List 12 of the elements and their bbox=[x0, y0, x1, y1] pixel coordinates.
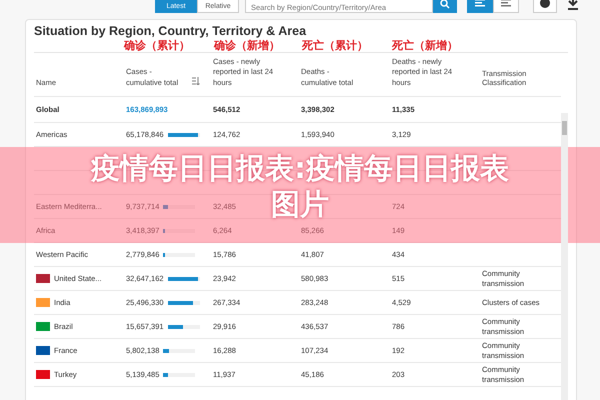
section-title: Situation by Region, Country, Territory & Area bbox=[34, 24, 308, 38]
banner-text: 疫情每日日报表:疫情每日日报表 bbox=[91, 150, 509, 186]
annotation-label: 死亡（新增） bbox=[392, 38, 459, 52]
list-icon bbox=[475, 0, 485, 7]
download-icon[interactable] bbox=[567, 0, 579, 10]
annotation-label: 确诊（新增） bbox=[214, 38, 281, 52]
banner-text: 图片 bbox=[271, 186, 329, 222]
annotation-label: 确诊（累计） bbox=[124, 38, 191, 52]
annotation-label: 死亡（累计） bbox=[302, 38, 369, 52]
sort-icon[interactable] bbox=[192, 77, 200, 85]
scrollbar[interactable] bbox=[561, 113, 568, 400]
search-icon bbox=[440, 0, 450, 9]
